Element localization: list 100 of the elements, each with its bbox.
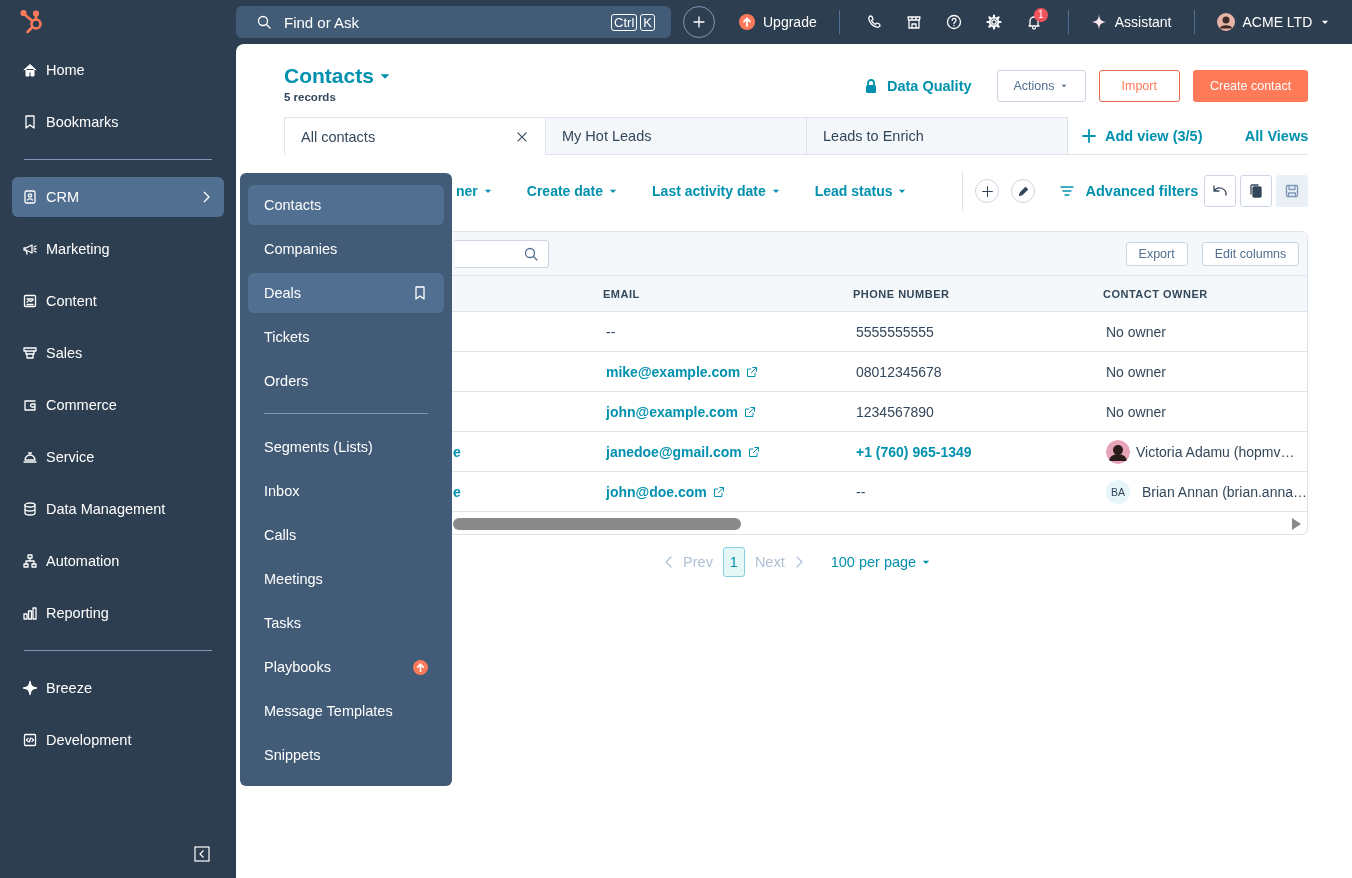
sidebar-item[interactable]: Commerce <box>12 385 224 425</box>
email-link[interactable]: janedoe@gmail.com <box>606 443 742 460</box>
filter-dropdown[interactable]: ner <box>456 183 493 199</box>
per-page-dropdown[interactable]: 100 per page <box>830 554 932 570</box>
sidebar-item[interactable]: Reporting <box>12 593 224 633</box>
sidebar-item[interactable]: Content <box>12 281 224 321</box>
external-link-icon <box>712 485 725 498</box>
phone-link[interactable]: +1 (760) 965-1349 <box>856 443 972 460</box>
data-quality-link[interactable]: Data Quality <box>862 78 972 94</box>
view-tab[interactable]: All contacts <box>284 117 546 155</box>
external-link-icon <box>746 365 759 378</box>
column-header[interactable]: PHONE NUMBER <box>841 276 1091 312</box>
wallet-icon <box>22 397 38 413</box>
account-menu[interactable]: ACME LTD <box>1208 13 1339 31</box>
menu-item-label: Inbox <box>264 483 300 499</box>
menu-item[interactable]: Segments (Lists) <box>248 427 444 467</box>
filter-dropdown[interactable]: Lead status <box>814 183 908 199</box>
all-views-link[interactable]: All Views <box>1244 127 1309 144</box>
pencil-icon <box>1017 184 1030 198</box>
menu-item-label: Playbooks <box>264 659 331 675</box>
sidebar-item[interactable]: Marketing <box>12 229 224 269</box>
advanced-filters-button[interactable]: Advanced filters <box>1059 183 1199 199</box>
copy-icon <box>1248 183 1265 199</box>
menu-item-label: Calls <box>264 527 297 543</box>
menu-item-label: Message Templates <box>264 703 393 719</box>
owner-name: Victoria Adamu (hopmv… <box>1136 443 1295 460</box>
menu-item[interactable]: Companies <box>248 229 444 269</box>
actions-button[interactable]: Actions <box>996 70 1086 102</box>
menu-item[interactable]: Meetings <box>248 559 444 599</box>
sidebar-item[interactable]: Bookmarks <box>12 102 224 142</box>
menu-item-label: Segments (Lists) <box>264 439 373 455</box>
help-icon <box>945 14 962 30</box>
funnel-icon <box>22 345 38 361</box>
sidebar-item[interactable]: Sales <box>12 333 224 373</box>
sidebar-item[interactable]: Breeze <box>12 668 224 708</box>
sidebar-item[interactable]: Development <box>12 720 224 760</box>
email-link[interactable]: mike@example.com <box>606 363 741 380</box>
add-view-button[interactable]: Add view (3/5) <box>1081 117 1203 154</box>
table-search-field[interactable] <box>455 239 549 268</box>
table-cell: 08012345678 <box>856 363 942 380</box>
email-link[interactable]: john@doe.com <box>606 483 707 500</box>
owner-name: Brian Annan (brian.anna… <box>1142 483 1307 500</box>
filter-dropdown[interactable]: Last activity date <box>652 183 781 199</box>
plus-icon <box>691 14 707 30</box>
column-header[interactable]: CONTACT OWNER <box>1091 276 1308 312</box>
table-cell: 5555555555 <box>856 323 934 340</box>
table-cell: 1234567890 <box>856 403 934 420</box>
sidebar-item[interactable]: Home <box>12 50 224 90</box>
menu-item[interactable]: Inbox <box>248 471 444 511</box>
menu-item[interactable]: Message Templates <box>248 691 444 731</box>
sidebar-item[interactable]: CRM <box>12 177 224 217</box>
sidebar-item[interactable]: Service <box>12 437 224 477</box>
database-icon <box>22 501 38 517</box>
menu-item-label: Deals <box>264 285 302 301</box>
document-icon <box>22 293 38 309</box>
menu-item-label: Snippets <box>264 747 321 763</box>
sparkle-icon <box>22 680 38 696</box>
undo-button[interactable] <box>1204 175 1237 207</box>
bookmark-icon <box>412 285 428 301</box>
menu-item[interactable]: Snippets <box>248 735 444 775</box>
menu-item-label: Tasks <box>264 615 302 631</box>
email-link[interactable]: john@example.com <box>606 403 738 420</box>
contact-name-link[interactable]: e <box>453 483 461 500</box>
view-tab[interactable]: Leads to Enrich <box>806 117 1068 154</box>
bar-chart-icon <box>22 605 38 621</box>
column-header[interactable]: EMAIL <box>591 276 841 312</box>
menu-item[interactable]: Deals <box>248 273 444 313</box>
menu-item[interactable]: Tasks <box>248 603 444 643</box>
notification-count: 1 <box>1033 8 1048 22</box>
filter-dropdown[interactable]: Create date <box>526 183 619 199</box>
shortcut-key: Ctrl <box>611 14 638 31</box>
bookmark-icon <box>22 114 38 130</box>
menu-item-label: Meetings <box>264 571 323 587</box>
code-icon <box>22 732 38 748</box>
view-tab[interactable]: My Hot Leads <box>545 117 807 154</box>
phone-icon <box>865 14 882 30</box>
page-title[interactable]: Contacts <box>284 64 392 88</box>
record-count: 5 records <box>284 91 337 103</box>
scroll-right-icon[interactable] <box>1291 518 1302 530</box>
menu-item[interactable]: Contacts <box>248 185 444 225</box>
menu-item[interactable]: Calls <box>248 515 444 555</box>
contact-name-link[interactable]: e <box>453 443 461 460</box>
owner-name: No owner <box>1106 323 1166 340</box>
collapse-sidebar-icon[interactable] <box>194 846 210 862</box>
export-button[interactable]: Export <box>1125 241 1188 266</box>
menu-item[interactable]: Orders <box>248 361 444 401</box>
assistant-button[interactable]: Assistant <box>1082 14 1180 30</box>
upgrade-button[interactable]: Upgrade <box>731 14 825 30</box>
shortcut-key: K <box>640 14 655 31</box>
menu-item-label: Tickets <box>264 329 310 345</box>
copy-button[interactable] <box>1240 175 1273 207</box>
sidebar-item[interactable]: Automation <box>12 541 224 581</box>
table-cell: -- <box>856 483 866 500</box>
save-icon <box>1284 183 1301 199</box>
menu-item[interactable]: Tickets <box>248 317 444 357</box>
edit-columns-button[interactable]: Edit columns <box>1201 241 1300 266</box>
menu-item[interactable]: Playbooks <box>248 647 444 687</box>
desk-bell-icon <box>22 449 38 465</box>
sidebar-item[interactable]: Data Management <box>12 489 224 529</box>
home-icon <box>22 62 38 78</box>
